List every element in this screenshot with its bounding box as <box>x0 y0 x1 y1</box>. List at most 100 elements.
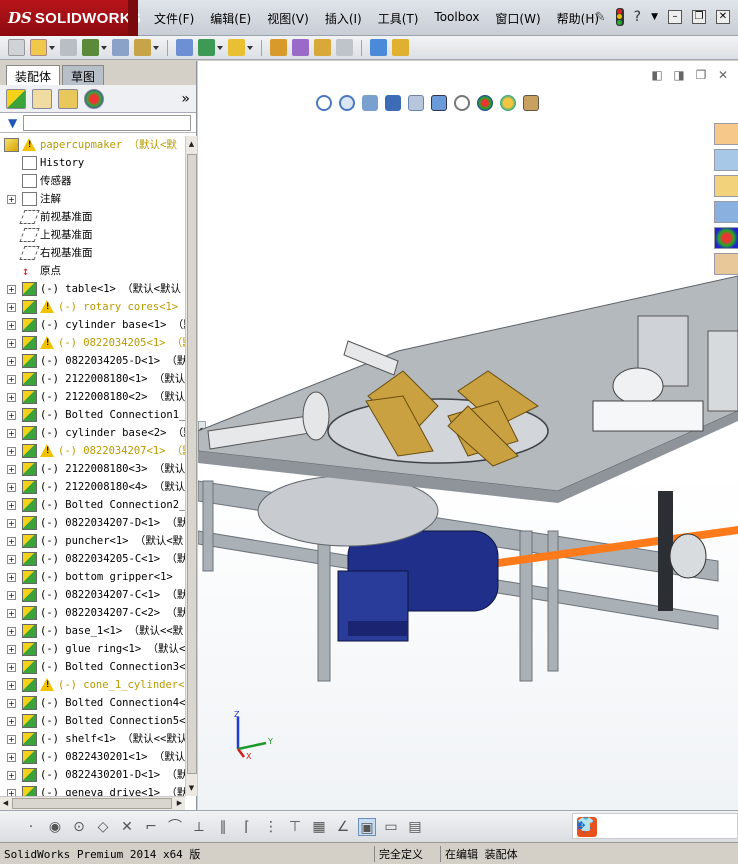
scroll-right-icon[interactable]: ▶ <box>174 797 185 809</box>
expand-icon[interactable]: + <box>7 519 16 528</box>
chevron-down-icon[interactable] <box>101 45 107 50</box>
expand-icon[interactable]: + <box>7 645 16 654</box>
assembly-icon[interactable] <box>8 39 25 56</box>
expand-icon[interactable]: + <box>7 411 16 420</box>
expand-icon[interactable]: + <box>7 195 16 204</box>
expand-icon[interactable]: + <box>7 285 16 294</box>
shaded-view-icon[interactable]: ▣ <box>358 817 376 836</box>
tree-item[interactable]: 传感器 <box>0 172 185 190</box>
tree-item[interactable]: 上视基准面 <box>0 226 185 244</box>
expand-icon[interactable]: + <box>7 357 16 366</box>
horizontal-icon[interactable]: ⌈ <box>238 818 256 836</box>
expand-icon[interactable]: + <box>7 393 16 402</box>
tree-filter-input[interactable] <box>23 114 192 131</box>
tree-item[interactable]: + (-) Bolted Connection1_ <box>0 406 185 424</box>
expand-icon[interactable]: + <box>7 681 16 690</box>
scroll-down-icon[interactable]: ▼ <box>186 782 197 794</box>
help-icon[interactable]: ? <box>634 9 641 25</box>
scroll-left-icon[interactable]: ◀ <box>0 797 11 809</box>
move-component-icon[interactable] <box>176 39 193 56</box>
logo-flyout-arrow[interactable] <box>128 0 138 36</box>
menu-window[interactable]: 窗口(W) <box>487 10 548 27</box>
scroll-thumb[interactable] <box>12 798 172 809</box>
expand-icon[interactable]: + <box>7 627 16 636</box>
ime-toolbar[interactable]: S 中 ☽ •, ⌨ 👕 ✥ <box>572 813 738 839</box>
expand-icon[interactable]: + <box>7 555 16 564</box>
traffic-light-icon[interactable] <box>615 8 624 26</box>
chevron-down-icon[interactable] <box>153 45 159 50</box>
tree-item[interactable]: + (-) Bolted Connection5< <box>0 712 185 730</box>
menu-view[interactable]: 视图(V) <box>259 10 317 27</box>
expand-icon[interactable]: + <box>7 573 16 582</box>
restore-button[interactable]: ❐ <box>692 10 706 24</box>
tab-assembly[interactable]: 装配体 <box>6 65 61 85</box>
tree-item[interactable]: + (-) bottom gripper<1> （ <box>0 568 185 586</box>
tree-item[interactable]: + (-) 2122008180<3> （默认 <box>0 460 185 478</box>
dimension-icon[interactable]: ⊤ <box>286 818 304 836</box>
tree-item[interactable]: + (-) Bolted Connection2_ <box>0 496 185 514</box>
tree-item[interactable]: + (-) 2122008180<2> （默认 <box>0 388 185 406</box>
expand-icon[interactable]: + <box>7 609 16 618</box>
tree-item[interactable]: ↕ 原点 <box>0 262 185 280</box>
grid-icon[interactable]: ▦ <box>310 818 328 836</box>
tree-item[interactable]: + (-) 2122008180<1> （默认 <box>0 370 185 388</box>
chevron-down-icon[interactable] <box>247 45 253 50</box>
tree-item[interactable]: 前视基准面 <box>0 208 185 226</box>
attach-icon[interactable] <box>60 39 77 56</box>
quadrant-icon[interactable]: ⌐ <box>142 818 160 836</box>
tab-sketch[interactable]: 草图 <box>62 65 105 85</box>
chevron-down-icon[interactable]: ▼ <box>651 12 658 22</box>
exploded-view-icon[interactable] <box>336 39 353 56</box>
two-view-icon[interactable]: ▤ <box>406 818 424 836</box>
expand-icon[interactable]: + <box>7 771 16 780</box>
expand-icon[interactable]: + <box>7 501 16 510</box>
graphics-area[interactable]: ◧ ◨ ❐ ✕ ◂ Z Y X <box>198 61 738 810</box>
diamond-icon[interactable]: ◇ <box>94 818 112 836</box>
perpendicular-icon[interactable]: ⟂ <box>190 818 208 836</box>
tree-item[interactable]: + (-) cylinder base<2> （默 <box>0 424 185 442</box>
feature-manager-tree-icon[interactable] <box>6 88 26 109</box>
tree-item[interactable]: + (-) 0822034205-D<1> （默 <box>0 352 185 370</box>
midpoint-icon[interactable]: ⊙ <box>70 818 88 836</box>
expand-icon[interactable]: + <box>7 789 16 796</box>
tree-item[interactable]: + (-) 0822430201<1> （默认 <box>0 748 185 766</box>
tree-vertical-scrollbar[interactable]: ▲ ▼ <box>185 136 197 796</box>
filter-icon[interactable]: ▼ <box>8 116 17 130</box>
tree-horizontal-scrollbar[interactable]: ◀ ▶ <box>0 796 185 810</box>
tree-item[interactable]: ! papercupmaker （默认<默 <box>0 136 185 154</box>
chevron-down-icon[interactable] <box>49 45 55 50</box>
expand-icon[interactable]: + <box>7 339 16 348</box>
circle-icon[interactable]: ◉ <box>46 818 64 836</box>
tree-item[interactable]: + (-) geneva drive<1> （默 <box>0 784 185 796</box>
solidworks-logo[interactable]: DS SOLIDWORKS <box>0 0 141 36</box>
panel-expand-icon[interactable]: » <box>181 91 190 107</box>
tree-item[interactable]: + (-) 0822034207-D<1> （默 <box>0 514 185 532</box>
expand-icon[interactable]: + <box>7 465 16 474</box>
expand-icon[interactable]: + <box>7 483 16 492</box>
tree-item[interactable]: + (-) 0822430201-D<1> （默 <box>0 766 185 784</box>
angle-icon[interactable]: ∠ <box>334 818 352 836</box>
assembly-features-icon[interactable] <box>228 39 245 56</box>
tree-item[interactable]: + (-) Bolted Connection3< <box>0 658 185 676</box>
tree-item[interactable]: + (-) cylinder base<1> （默 <box>0 316 185 334</box>
chevron-down-icon[interactable] <box>217 45 223 50</box>
instant3d-icon[interactable] <box>370 39 387 56</box>
single-view-icon[interactable]: ▭ <box>382 818 400 836</box>
expand-icon[interactable]: + <box>7 699 16 708</box>
expand-icon[interactable]: + <box>7 735 16 744</box>
tree-item[interactable]: + (-) 2122008180<4> （默认 <box>0 478 185 496</box>
tree-item[interactable]: + (-) puncher<1> （默认<默 <box>0 532 185 550</box>
tree-item[interactable]: +! (-) 0822034205<1> （默 <box>0 334 185 352</box>
linear-pattern-icon[interactable] <box>112 39 129 56</box>
tree-item[interactable]: +! (-) 0822034207<1> （默 <box>0 442 185 460</box>
speedpak-icon[interactable] <box>392 39 409 56</box>
minimize-button[interactable]: – <box>668 10 682 24</box>
new-component-icon[interactable] <box>30 39 47 56</box>
configuration-manager-icon[interactable] <box>58 88 78 109</box>
close-button[interactable]: ✕ <box>716 10 730 24</box>
tree-item[interactable]: + 注解 <box>0 190 185 208</box>
expand-icon[interactable]: + <box>7 321 16 330</box>
display-manager-icon[interactable] <box>84 88 104 109</box>
expand-icon[interactable]: + <box>7 303 16 312</box>
menu-file[interactable]: 文件(F) <box>146 10 202 27</box>
